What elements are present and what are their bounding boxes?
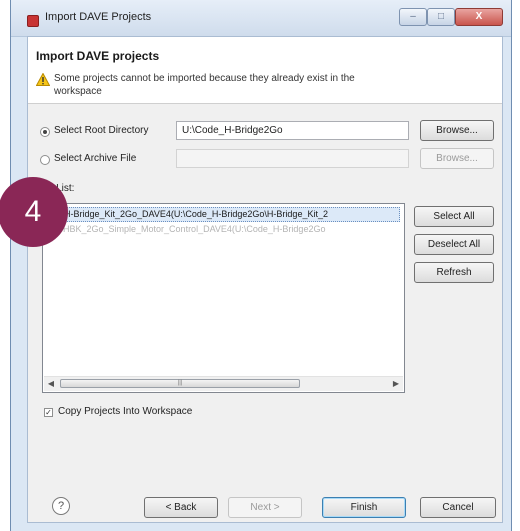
root-directory-label: Select Root Directory bbox=[54, 125, 149, 136]
cancel-button[interactable]: Cancel bbox=[420, 497, 496, 518]
help-icon[interactable]: ? bbox=[52, 497, 70, 515]
window-title: Import DAVE Projects bbox=[45, 11, 152, 23]
warning-message: Some projects cannot be imported because… bbox=[54, 73, 355, 97]
horizontal-scrollbar[interactable]: ◀ ||| ▶ bbox=[44, 376, 403, 391]
root-browse-button[interactable]: Browse... bbox=[420, 120, 494, 141]
copy-projects-checkbox[interactable]: ✓ bbox=[44, 408, 53, 417]
project-name: HBK_2Go_Simple_Motor_Control_DAVE4(U:\Co… bbox=[63, 224, 326, 234]
title-bar[interactable]: Import DAVE Projects – □ X bbox=[11, 0, 511, 37]
next-button[interactable]: Next > bbox=[228, 497, 302, 518]
archive-file-label: Select Archive File bbox=[54, 153, 137, 164]
close-button[interactable]: X bbox=[455, 8, 503, 26]
app-icon bbox=[27, 15, 39, 27]
scroll-right-icon[interactable]: ▶ bbox=[389, 377, 403, 391]
project-row: HBK_2Go_Simple_Motor_Control_DAVE4(U:\Co… bbox=[49, 223, 400, 236]
projects-list[interactable]: ✓ H-Bridge_Kit_2Go_DAVE4(U:\Code_H-Bridg… bbox=[42, 203, 405, 393]
window-controls: – □ X bbox=[399, 8, 503, 28]
archive-file-radio[interactable] bbox=[40, 155, 50, 165]
root-directory-field[interactable]: U:\Code_H-Bridge2Go bbox=[176, 121, 409, 140]
back-button[interactable]: < Back bbox=[144, 497, 218, 518]
scroll-left-icon[interactable]: ◀ bbox=[44, 377, 58, 391]
step-number: 4 bbox=[24, 195, 42, 228]
archive-browse-button[interactable]: Browse... bbox=[420, 148, 494, 169]
page-title: Import DAVE projects bbox=[36, 49, 160, 63]
finish-button[interactable]: Finish bbox=[322, 497, 406, 518]
minimize-button[interactable]: – bbox=[399, 8, 427, 26]
scroll-thumb[interactable]: ||| bbox=[60, 379, 300, 388]
maximize-button[interactable]: □ bbox=[427, 8, 455, 26]
root-directory-radio[interactable] bbox=[40, 127, 50, 137]
project-row[interactable]: ✓ H-Bridge_Kit_2Go_DAVE4(U:\Code_H-Bridg… bbox=[49, 207, 400, 222]
project-name: H-Bridge_Kit_2Go_DAVE4(U:\Code_H-Bridge2… bbox=[64, 209, 328, 219]
refresh-button[interactable]: Refresh bbox=[414, 262, 494, 283]
copy-projects-label: Copy Projects Into Workspace bbox=[58, 406, 193, 417]
warning-icon bbox=[36, 73, 50, 86]
step-annotation-badge: 4 bbox=[0, 177, 68, 247]
deselect-all-button[interactable]: Deselect All bbox=[414, 234, 494, 255]
dialog-content: Import DAVE projects Some projects canno… bbox=[27, 36, 503, 523]
select-all-button[interactable]: Select All bbox=[414, 206, 494, 227]
wizard-header: Import DAVE projects Some projects canno… bbox=[28, 37, 502, 104]
archive-file-field[interactable] bbox=[176, 149, 409, 168]
import-dialog: Import DAVE Projects – □ X Import DAVE p… bbox=[10, 0, 512, 531]
